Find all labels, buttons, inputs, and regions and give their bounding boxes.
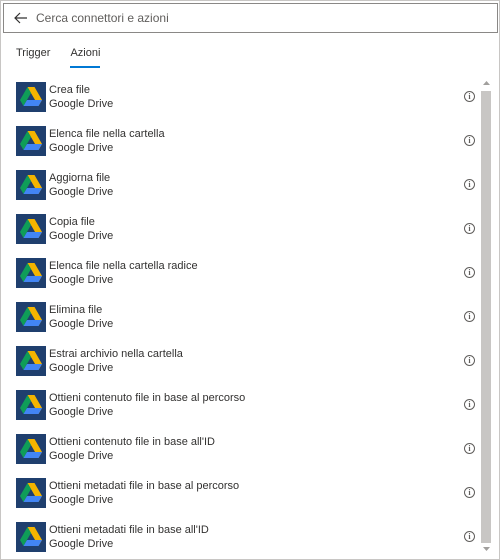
action-title: Ottieni metadati file in base all'ID [49,524,209,536]
google-drive-icon [16,214,46,244]
list-item-text: Ottieni metadati file in base all'ID Goog… [49,523,209,551]
list-item[interactable]: Aggiorna file Google Drive i [1,165,477,209]
info-icon[interactable]: i [464,487,475,498]
list-item[interactable]: Copia file Google Drive i [1,209,477,253]
actions-list: Crea file Google Drive i Elenca file nella … [1,77,477,555]
scroll-up-arrow-icon[interactable] [480,77,492,89]
list-item-text: Ottieni metadati file in base al percors… [49,479,239,507]
scroll-down-arrow-icon[interactable] [480,543,492,555]
connector-name: Google Drive [49,450,114,462]
action-title: Ottieni contenuto file in base al percor… [49,392,246,404]
action-title: Ottieni contenuto file in base all'ID [49,436,215,448]
tab-azioni[interactable]: Azioni [70,47,100,68]
action-title: Elimina file [49,304,103,316]
list-item-text: Ottieni contenuto file in base all'ID Goo… [49,435,215,463]
action-title: Estrai archivio nella cartella [49,348,183,360]
list-item-text: Ottieni contenuto file in base al percor… [49,391,245,419]
list-item-text: Estrai archivio nella cartella Google Dri… [49,347,183,375]
list-item[interactable]: Elimina file Google Drive i [1,297,477,341]
list-item[interactable]: Ottieni metadati file in base all'ID Goog… [1,517,477,555]
action-title: Copia file [49,216,95,228]
google-drive-icon [16,258,46,288]
connector-name: Google Drive [49,362,114,374]
info-icon[interactable]: i [464,179,475,190]
info-icon[interactable]: i [464,135,475,146]
search-input[interactable] [35,5,497,31]
info-icon[interactable]: i [464,267,475,278]
list-item[interactable]: Crea file Google Drive i [1,77,477,121]
list-item[interactable]: Elenca file nella cartella radice Google … [1,253,477,297]
back-arrow-icon[interactable] [7,4,35,32]
scrollbar-thumb[interactable] [481,91,491,543]
connector-name: Google Drive [49,186,114,198]
action-title: Elenca file nella cartella radice [49,260,198,272]
google-drive-icon [16,346,46,376]
google-drive-icon [16,478,46,508]
action-title: Crea file [49,84,90,96]
connector-name: Google Drive [49,494,114,506]
list-item-text: Elimina file Google Drive [49,303,113,331]
list-item-text: Crea file Google Drive [49,83,113,111]
google-drive-icon [16,522,46,552]
list-item[interactable]: Ottieni contenuto file in base all'ID Goo… [1,429,477,473]
info-icon[interactable]: i [464,443,475,454]
info-icon[interactable]: i [464,399,475,410]
connector-name: Google Drive [49,230,114,242]
tab-bar: Trigger Azioni [16,47,120,68]
info-icon[interactable]: i [464,223,475,234]
google-drive-icon [16,302,46,332]
action-picker-panel: Trigger Azioni Crea fileGoogle DriveiEle… [0,0,500,560]
action-title: Aggiorna file [49,172,111,184]
list-item-text: Elenca file nella cartella Google Drive [49,127,165,155]
info-icon[interactable]: i [464,311,475,322]
search-bar [3,3,498,33]
google-drive-icon [16,170,46,200]
info-icon[interactable]: i [464,531,475,542]
tab-trigger[interactable]: Trigger [16,47,50,68]
list-item-text: Copia file Google Drive [49,215,113,243]
google-drive-icon [16,82,46,112]
connector-name: Google Drive [49,406,114,418]
vertical-scrollbar[interactable] [480,77,492,555]
connector-name: Google Drive [49,538,114,550]
connector-name: Google Drive [49,318,114,330]
info-icon[interactable]: i [464,355,475,366]
google-drive-icon [16,390,46,420]
list-item[interactable]: Estrai archivio nella cartella Google Dri… [1,341,477,385]
connector-name: Google Drive [49,98,114,110]
action-title: Elenca file nella cartella [49,128,165,140]
info-icon[interactable]: i [464,91,475,102]
google-drive-icon [16,126,46,156]
connector-name: Google Drive [49,274,114,286]
connector-name: Google Drive [49,142,114,154]
action-title: Ottieni metadati file in base al percors… [49,480,240,492]
list-item[interactable]: Elenca file nella cartella Google Drive i [1,121,477,165]
list-item-text: Aggiorna file Google Drive [49,171,113,199]
list-item[interactable]: Ottieni contenuto file in base al percor… [1,385,477,429]
list-item-text: Elenca file nella cartella radice Google … [49,259,198,287]
google-drive-icon [16,434,46,464]
list-item[interactable]: Ottieni metadati file in base al percors… [1,473,477,517]
